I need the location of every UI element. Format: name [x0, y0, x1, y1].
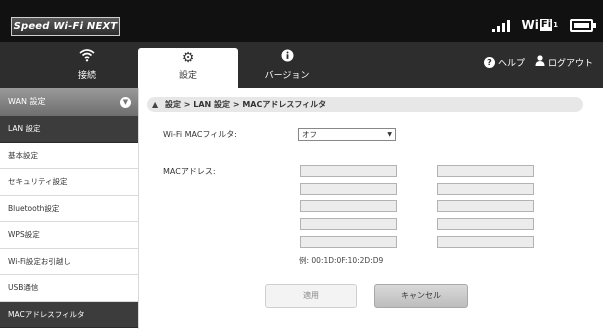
mac-address-input[interactable] [437, 236, 534, 248]
mac-address-input[interactable] [300, 183, 397, 195]
breadcrumb-text: 設定 > LAN 設定 > MACアドレスフィルタ [165, 100, 327, 109]
mac-address-input[interactable] [437, 200, 534, 212]
sidebar-item-basic-settings[interactable]: 基本設定 [0, 142, 138, 169]
mac-address-input[interactable] [300, 165, 397, 177]
settings-sidebar: WAN 設定 ▼ LAN 設定 基本設定 セキュリティ設定 Bluetooth設… [0, 88, 139, 329]
battery-icon [570, 18, 596, 32]
mac-filter-select[interactable]: オフ ▼ [298, 128, 396, 141]
wifi-icon [37, 48, 137, 68]
mac-address-input[interactable] [300, 236, 397, 248]
mac-address-input[interactable] [300, 218, 397, 230]
main-nav: 接続 ⚙ 設定 バージョン ? ヘルプ ログアウト [0, 42, 603, 88]
info-icon [237, 48, 337, 68]
wifi-status-icon: Wi Fi 1 [522, 18, 559, 32]
tab-label: バージョン [264, 71, 310, 81]
sidebar-item-mac-filter[interactable]: MACアドレスフィルタ [0, 301, 138, 328]
tab-version[interactable]: バージョン [237, 48, 337, 88]
help-link[interactable]: ? ヘルプ [483, 56, 525, 69]
mac-address-input[interactable] [437, 165, 534, 177]
mac-address-input[interactable] [300, 200, 397, 212]
mac-format-example: 例: 00:1D:0F:10:2D:D9 [299, 256, 384, 265]
main-content: ▲ 設定 > LAN 設定 > MACアドレスフィルタ Wi-Fi MACフィル… [139, 88, 603, 329]
sidebar-item-security-settings[interactable]: セキュリティ設定 [0, 169, 138, 196]
wifi-prefix: Wi [521, 18, 539, 32]
tab-label: 設定 [178, 71, 197, 81]
mac-filter-value: オフ [302, 130, 317, 139]
apply-button[interactable]: 適用 [265, 284, 357, 308]
dropdown-arrow-icon: ▼ [387, 131, 392, 138]
product-logo: Speed Wi-Fi NEXT [11, 17, 120, 36]
tab-label: 接続 [77, 71, 96, 81]
chevron-down-icon: ▼ [120, 97, 131, 108]
cancel-button[interactable]: キャンセル [374, 284, 468, 308]
sidebar-item-usb[interactable]: USB通信 [0, 275, 138, 302]
help-icon: ? [483, 56, 495, 68]
tab-connection[interactable]: 接続 [37, 48, 137, 88]
mac-address-input[interactable] [437, 183, 534, 195]
gear-icon: ⚙ [181, 50, 195, 66]
wifi-box: Fi [539, 19, 553, 31]
status-indicators: Wi Fi 1 [491, 14, 596, 36]
wifi-sub: 1 [553, 21, 558, 29]
sidebar-item-wps-settings[interactable]: WPS設定 [0, 222, 138, 249]
sidebar-item-lan-settings[interactable]: LAN 設定 [0, 116, 138, 143]
mac-filter-label: Wi-Fi MACフィルタ: [163, 130, 237, 139]
mac-address-input[interactable] [437, 218, 534, 230]
logout-label: ログアウト [547, 58, 593, 69]
signal-strength-icon [491, 18, 510, 32]
help-label: ヘルプ [497, 58, 525, 69]
top-bar: Speed Wi-Fi NEXT Wi Fi 1 [0, 0, 603, 42]
sidebar-section-wan[interactable]: WAN 設定 ▼ [0, 88, 138, 116]
sidebar-item-bluetooth-settings[interactable]: Bluetooth設定 [0, 195, 138, 222]
user-icon [535, 55, 545, 69]
nav-actions: ? ヘルプ ログアウト [483, 55, 593, 69]
mac-address-label: MACアドレス: [163, 167, 216, 176]
breadcrumb: ▲ 設定 > LAN 設定 > MACアドレスフィルタ [147, 97, 583, 112]
sidebar-item-wifi-migration[interactable]: Wi-Fi設定お引越し [0, 248, 138, 275]
logout-link[interactable]: ログアウト [535, 55, 593, 69]
tab-settings[interactable]: ⚙ 設定 [138, 48, 238, 88]
sidebar-section-label: WAN 設定 [8, 97, 46, 106]
triangle-up-icon: ▲ [152, 100, 159, 109]
